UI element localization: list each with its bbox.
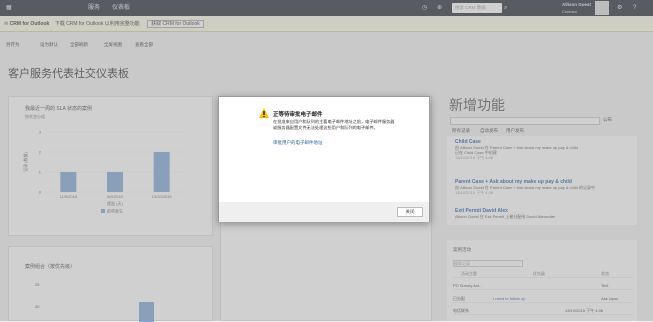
close-button[interactable]: 关闭	[397, 207, 423, 217]
dialog-title: 正等待审批电子邮件	[273, 112, 323, 118]
warning-icon	[259, 108, 269, 118]
dialog-body: 在批准来自用户和队列的主要电子邮件地址之前，电子邮件服务器或服务器配置文件无法处…	[273, 119, 395, 130]
approve-email-link[interactable]: 审批用户的电子邮件地址	[273, 140, 323, 146]
pending-email-dialog: 正等待审批电子邮件 在批准来自用户和队列的主要电子邮件地址之前，电子邮件服务器或…	[218, 96, 430, 222]
